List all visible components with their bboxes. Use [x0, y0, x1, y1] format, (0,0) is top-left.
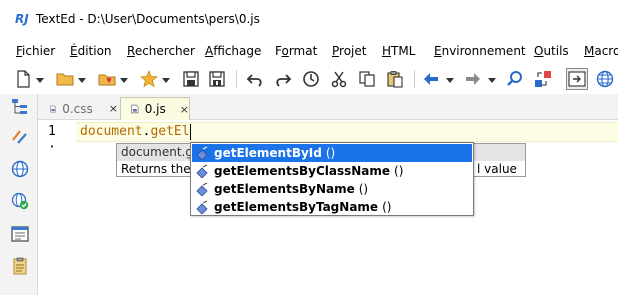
autocomplete-name: getElementsByTagName: [214, 200, 379, 214]
method-icon: [196, 164, 208, 178]
chevron-down-icon[interactable]: [120, 76, 128, 84]
redo-icon[interactable]: [272, 68, 294, 90]
left-side-panel: [0, 94, 38, 295]
menu-macro[interactable]: Macro: [584, 44, 618, 58]
code-method: getEl: [150, 124, 190, 139]
favorites-icon[interactable]: [96, 68, 118, 90]
autocomplete-parens: (): [394, 164, 404, 178]
globe-icon[interactable]: [11, 160, 29, 178]
line-number: ·: [48, 140, 56, 155]
menu-projet[interactable]: Projet: [332, 44, 366, 58]
document-tabs: 0.css × 0.js ×: [38, 94, 618, 120]
autocomplete-parens: (): [382, 200, 392, 214]
menu-affichage[interactable]: Affichage: [205, 44, 261, 58]
close-icon[interactable]: ×: [109, 102, 118, 115]
replace-icon[interactable]: [532, 68, 554, 90]
paste-icon[interactable]: [384, 68, 406, 90]
globe-check-icon[interactable]: [11, 192, 29, 210]
tab-0-js[interactable]: 0.js ×: [120, 97, 190, 120]
chevron-down-icon[interactable]: [446, 76, 454, 84]
menu-environnement[interactable]: Environnement: [434, 44, 526, 58]
svg-text:RJ: RJ: [15, 12, 29, 26]
app-logo-icon: RJ: [14, 10, 30, 26]
window-title: TextEd - D:\User\Documents\pers\0.js: [36, 12, 260, 26]
window-list-icon[interactable]: [11, 225, 29, 243]
autocomplete-popup: getElementById () getElementsByClassName…: [190, 142, 474, 216]
chevron-down-icon[interactable]: [78, 76, 86, 84]
line-number-gutter: 1 ·: [38, 120, 74, 295]
menu-rechercher[interactable]: Rechercher: [127, 44, 195, 58]
chevron-down-icon[interactable]: [162, 76, 170, 84]
open-folder-icon[interactable]: [54, 68, 76, 90]
code-snippets-icon[interactable]: [11, 128, 29, 146]
save-icon[interactable]: [180, 68, 202, 90]
forward-arrow-icon[interactable]: [462, 68, 484, 90]
clipboard-icon[interactable]: [11, 257, 29, 275]
close-icon[interactable]: ×: [180, 103, 189, 116]
star-icon[interactable]: [138, 68, 160, 90]
autocomplete-item[interactable]: getElementsByName (): [192, 180, 472, 198]
toolbar-separator: [414, 70, 415, 88]
autocomplete-name: getElementsByClassName: [214, 164, 391, 178]
back-arrow-icon[interactable]: [420, 68, 442, 90]
autocomplete-parens: (): [325, 146, 336, 160]
new-file-icon[interactable]: [12, 68, 34, 90]
code-object: document: [80, 124, 143, 139]
autocomplete-name: getElementById: [214, 146, 322, 160]
cut-icon[interactable]: [328, 68, 350, 90]
undo-icon[interactable]: [244, 68, 266, 90]
autocomplete-item[interactable]: getElementsByClassName (): [192, 162, 472, 180]
title-bar: RJ TextEd - D:\User\Documents\pers\0.js: [0, 0, 618, 40]
js-file-icon: [131, 104, 139, 114]
history-icon[interactable]: [300, 68, 322, 90]
menu-bar: Fichier Édition Rechercher Affichage For…: [0, 40, 618, 64]
tooltip-description: Returns the: [121, 162, 191, 176]
menu-format[interactable]: Format: [275, 44, 317, 58]
autocomplete-name: getElementsByName: [214, 182, 355, 196]
search-icon[interactable]: [504, 68, 526, 90]
tooltip-signature: document.ge: [121, 145, 201, 159]
outline-tree-icon[interactable]: [11, 98, 29, 116]
code-line: document.getEl: [80, 124, 190, 139]
autocomplete-parens: (): [358, 182, 369, 196]
menu-fichier[interactable]: Fichier: [16, 44, 55, 58]
tab-label: 0.css: [62, 101, 93, 116]
menu-outils[interactable]: Outils: [534, 44, 569, 58]
autocomplete-item[interactable]: getElementById (): [192, 144, 472, 162]
method-icon: [196, 146, 208, 160]
tab-0-css[interactable]: 0.css ×: [40, 97, 118, 120]
line-number: 1: [48, 124, 56, 139]
autocomplete-item[interactable]: getElementsByTagName (): [192, 198, 472, 216]
globe-icon[interactable]: [594, 68, 616, 90]
view-toggle-icon[interactable]: [566, 68, 588, 90]
method-icon: [196, 200, 208, 214]
text-caret: [190, 124, 191, 140]
save-all-icon[interactable]: [206, 68, 228, 90]
tooltip-description-tail: l value: [477, 162, 517, 176]
chevron-down-icon[interactable]: [488, 76, 496, 84]
menu-html[interactable]: HTML: [382, 44, 415, 58]
css-file-icon: [50, 105, 56, 112]
toolbar: [0, 64, 618, 94]
copy-icon[interactable]: [356, 68, 378, 90]
toolbar-separator: [236, 70, 237, 88]
menu-edition[interactable]: Édition: [70, 44, 112, 58]
method-icon: [196, 182, 208, 196]
chevron-down-icon[interactable]: [36, 76, 44, 84]
tab-label: 0.js: [144, 102, 166, 116]
